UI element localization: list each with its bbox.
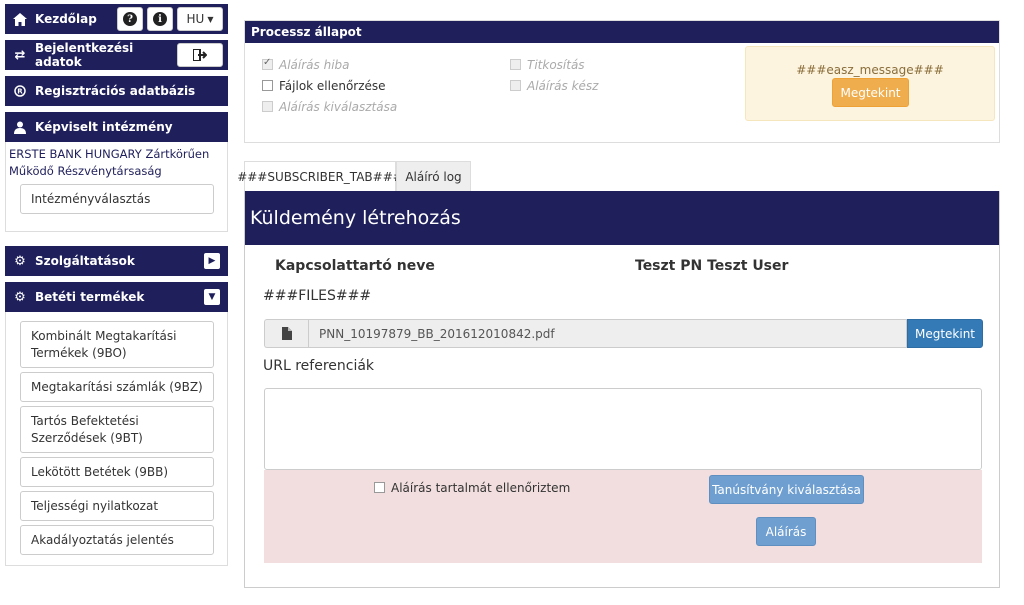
caret-down-icon: ▼: [207, 14, 214, 24]
institution-panel: ERSTE BANK HUNGARY Zártkörűen Működő Rés…: [5, 142, 228, 232]
file-name-field: PNN_10197879_BB_201612010842.pdf: [308, 319, 907, 348]
message-box: ###easz_message### Megtekint: [745, 46, 995, 121]
process-check-signature-done: Aláírás kész: [510, 75, 710, 96]
toggle-right-icon[interactable]: ▶: [204, 253, 220, 269]
file-view-button[interactable]: Megtekint: [907, 319, 983, 348]
confirm-label: Aláírás tartalmát ellenőriztem: [391, 480, 571, 495]
registered-icon: R: [13, 84, 27, 98]
confirm-checkbox-row[interactable]: Aláírás tartalmát ellenőriztem: [374, 477, 570, 498]
checkbox: [262, 57, 273, 70]
gear-icon: ⚙: [14, 253, 26, 269]
process-check-signature-select: Aláírás kiválasztása: [262, 96, 462, 117]
process-check-encryption: Titkosítás: [510, 54, 710, 75]
contact-value: Teszt PN Teszt User: [635, 258, 789, 274]
nav-home-label: Kezdőlap: [35, 12, 97, 26]
confirm-checkbox[interactable]: [374, 482, 385, 493]
url-textarea[interactable]: [264, 388, 982, 470]
checkbox[interactable]: [262, 80, 273, 91]
product-item[interactable]: Lekötött Betétek (9BB): [20, 457, 214, 487]
logout-icon: [193, 49, 207, 61]
nav-services-label: Szolgáltatások: [35, 254, 135, 268]
product-item[interactable]: Akadályoztatás jelentés: [20, 525, 214, 555]
logout-button[interactable]: [177, 43, 223, 67]
files-label: ###FILES###: [263, 288, 372, 304]
main-panel: Küldemény létrehozás Kapcsolattartó neve…: [244, 191, 1000, 588]
signature-area: Aláírás tartalmát ellenőriztem Tanúsítvá…: [264, 470, 982, 563]
institution-name: ERSTE BANK HUNGARY Zártkörűen Működő Rés…: [9, 147, 210, 178]
toggle-down-icon[interactable]: ▼: [204, 289, 220, 305]
url-label: URL referenciák: [263, 358, 375, 374]
nav-login[interactable]: ⇄ Bejelentkezési adatok: [5, 40, 228, 70]
institution-select-button[interactable]: Intézményválasztás: [20, 184, 214, 214]
tab-subscriber[interactable]: ###SUBSCRIBER_TAB###: [237, 161, 403, 192]
nav-represented-label: Képviselt intézmény: [35, 120, 173, 134]
exchange-icon: ⇄: [14, 47, 26, 63]
gear-icon: ⚙: [14, 289, 26, 305]
nav-deposit[interactable]: ⚙ Betéti termékek ▼: [5, 282, 228, 312]
certificate-select-button[interactable]: Tanúsítvány kiválasztása: [709, 475, 864, 504]
process-check-file-check[interactable]: Fájlok ellenőrzése: [262, 75, 462, 96]
user-icon: [13, 120, 27, 134]
sign-button[interactable]: Aláírás: [756, 517, 816, 546]
info-button[interactable]: i: [147, 7, 173, 31]
nav-deposit-label: Betéti termékek: [35, 290, 145, 304]
tab-signer-log[interactable]: Aláíró log: [396, 161, 471, 192]
svg-text:R: R: [17, 88, 23, 96]
deposit-products-panel: Kombinált Megtakarítási Termékek (9BO) M…: [5, 312, 228, 566]
language-value: HU: [186, 12, 205, 26]
message-text: ###easz_message###: [796, 63, 944, 77]
file-icon: [281, 327, 292, 340]
product-item[interactable]: Megtakarítási számlák (9BZ): [20, 372, 214, 402]
main-heading: Küldemény létrehozás: [250, 207, 461, 229]
file-icon-addon: [264, 319, 308, 348]
checkbox: [510, 80, 521, 91]
info-icon: i: [153, 12, 167, 26]
language-dropdown[interactable]: HU ▼: [177, 7, 223, 31]
checkbox: [262, 101, 273, 112]
process-check-signature-error: Aláírás hiba: [262, 54, 462, 75]
nav-registry[interactable]: R Regisztrációs adatbázis: [5, 76, 228, 106]
process-panel: Processz állapot Aláírás hiba Fájlok ell…: [244, 20, 1000, 143]
nav-registry-label: Regisztrációs adatbázis: [35, 84, 196, 98]
nav-services[interactable]: ⚙ Szolgáltatások ▶: [5, 246, 228, 276]
checkbox: [510, 59, 521, 70]
nav-represented: Képviselt intézmény: [5, 112, 228, 142]
contact-label: Kapcsolattartó neve: [275, 258, 435, 274]
question-icon: ?: [123, 12, 137, 26]
process-title: Processz állapot: [245, 21, 999, 43]
product-item[interactable]: Kombinált Megtakarítási Termékek (9BO): [20, 321, 214, 368]
message-view-button[interactable]: Megtekint: [832, 78, 909, 107]
home-icon: [13, 12, 27, 26]
nav-login-label: Bejelentkezési adatok: [35, 41, 134, 69]
main-heading-bar: Küldemény létrehozás: [245, 191, 999, 245]
help-button[interactable]: ?: [117, 7, 143, 31]
nav-home[interactable]: Kezdőlap ? i HU ▼: [5, 4, 228, 34]
product-item[interactable]: Tartós Befektetési Szerződések (9BT): [20, 406, 214, 453]
product-item[interactable]: Teljességi nyilatkozat: [20, 491, 214, 521]
